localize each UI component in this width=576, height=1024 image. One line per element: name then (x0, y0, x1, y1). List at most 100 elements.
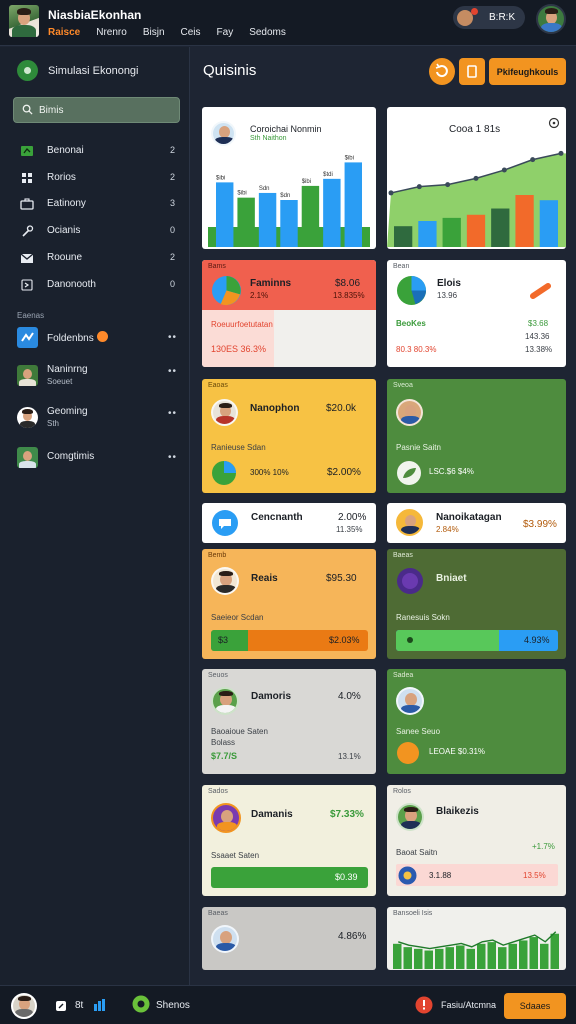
card-blaikezis[interactable]: Rolos Blaikezis +1.7% Baoat Saitn 3.1.88… (387, 785, 566, 896)
chart-card-2[interactable]: Cooa 1 81s (387, 107, 566, 249)
sidebar-item-count: 3 (170, 198, 176, 208)
card-avatar (396, 687, 424, 715)
menu-item-3[interactable]: Bisjn (143, 27, 165, 38)
card-pct: 2.1% (250, 291, 269, 300)
bar-chart-icon[interactable] (93, 998, 107, 1012)
app-title: NiasbiaEkonhan (48, 8, 142, 22)
card-name: Damanis (251, 809, 293, 820)
alert-icon[interactable] (415, 996, 433, 1014)
search-icon (22, 104, 33, 115)
chart-bar (393, 943, 402, 969)
card-reais[interactable]: Bemb Reais $95.30 Saeieor Scdan $3 $2.03… (202, 549, 376, 659)
account-pill[interactable]: B:R:K (453, 6, 525, 29)
card-faminns[interactable]: Bams Faminns $8.06 2.1% 13.835% Roeuurfo… (202, 260, 376, 367)
card-caption-2: Bolass (211, 738, 236, 747)
card-nanophon[interactable]: Eaoas Nanophon $20.0k Ranieuse Sdan 300%… (202, 379, 376, 493)
sidebar-item-1[interactable]: Benonai 2 (0, 140, 190, 162)
chart-title: Coroichai Nonmin (250, 124, 322, 134)
card-pct-2: 13.1% (338, 752, 361, 761)
info-icon[interactable] (548, 117, 560, 129)
sidebar-title: Simulasi Ekonongi (48, 65, 139, 77)
menu-item-4[interactable]: Ceis (181, 27, 201, 38)
chart-point (530, 157, 536, 163)
chart-card-3[interactable]: Bansoeli Isis (387, 907, 566, 970)
more-icon[interactable]: •• (168, 332, 177, 343)
app-avatar[interactable] (9, 5, 39, 37)
sidebar-item-4[interactable]: Ocianis 0 (0, 220, 190, 242)
more-icon[interactable]: •• (168, 366, 177, 377)
chart-bar (456, 945, 465, 969)
card-damoris[interactable]: Seuos Damoris 4.0% Baoaioue Saten Bolass… (202, 669, 376, 774)
card-header: Bean (393, 263, 410, 270)
more-icon[interactable]: •• (168, 408, 177, 419)
logo-icon[interactable] (17, 60, 38, 81)
card-pasnie[interactable]: Sveoa Pasnie Saitn LSC.$6 $4% (387, 379, 566, 493)
chart-bar (344, 162, 362, 247)
card-header: Eaoas (208, 382, 228, 389)
chart-bar (442, 217, 461, 247)
contact-3[interactable]: Geoming Sth •• (0, 403, 190, 433)
menu-item-5[interactable]: Fay (217, 27, 234, 38)
refresh-icon (435, 63, 448, 78)
sidebar-item-2[interactable]: Rorios 2 (0, 167, 190, 189)
contact-2[interactable]: Naninrng Soeuet •• (0, 361, 190, 391)
card-name: Damoris (251, 691, 292, 702)
app-icon[interactable] (132, 995, 150, 1013)
contact-name: Naninrng (47, 364, 88, 375)
chart-data-label: $ibi (237, 191, 246, 197)
user-avatar[interactable] (536, 4, 566, 34)
bottom-app-label[interactable]: Shenos (156, 1000, 190, 1011)
sidebar-item-label: Ocianis (47, 225, 81, 236)
card-row-a: Roeuurfoetutatan (211, 320, 273, 329)
card-sanee[interactable]: Sadea Sanee Seuo LEOAE $0.31% (387, 669, 566, 774)
share-icon[interactable] (55, 1000, 67, 1012)
bottom-icon-label: 8t (75, 1000, 84, 1011)
chart-data-label: $tdi (323, 172, 333, 178)
card-avatar (396, 399, 423, 426)
filter-button[interactable] (459, 58, 485, 85)
contact-name: Foldenbns (47, 331, 108, 344)
menu-item-6[interactable]: Sedoms (249, 27, 286, 38)
contact-avatar (17, 447, 38, 468)
chart-card-1[interactable]: Coroichai Nonmin Sth Naithon $ibi $ibi Sdn… (202, 107, 376, 249)
briefcase-icon (20, 198, 34, 210)
contact-4[interactable]: Comgtimis •• (0, 443, 190, 473)
progress-fill (211, 630, 248, 651)
menu-item-2[interactable]: Nrenro (96, 27, 127, 38)
card-elois[interactable]: Bean Elois 13.96 BeoKes $3.68 143.36 80.… (387, 260, 566, 367)
chart-bar (491, 208, 510, 247)
menu-item-1[interactable]: Raisce (48, 27, 80, 38)
chart-point (445, 182, 451, 188)
profile-avatar[interactable] (11, 993, 37, 1019)
primary-action-button[interactable]: Pkifeughkouls (489, 58, 566, 85)
search-input[interactable]: Bimis (13, 97, 180, 123)
card-bottom-left[interactable]: Baeas 4.86% (202, 907, 376, 970)
bottom-bar: 8t Shenos Fasiu/Atcmna Sdaaes (0, 985, 576, 1024)
card-name: Blaikezis (436, 806, 479, 817)
contact-name: Geoming (47, 406, 88, 417)
chart-bar (515, 195, 534, 247)
card-damanis[interactable]: Sados Damanis $7.33% Ssaaet Saten $0.39 (202, 785, 376, 896)
card-avatar (211, 121, 236, 146)
card-sub: 2.84% (436, 525, 459, 534)
card-header: Bams (208, 263, 226, 270)
more-icon[interactable]: •• (168, 452, 177, 463)
card-caption-2: LSC.$6 $4% (429, 467, 474, 476)
card-bniaet[interactable]: Baeas Bniaet Ranesuis Sokn 4.93% (387, 549, 566, 659)
refresh-button[interactable] (429, 58, 455, 85)
card-nanoikatagan[interactable]: Nanoikatagan 2.84% $3.99% (387, 503, 566, 543)
card-avatar (211, 687, 239, 715)
sidebar-item-3[interactable]: Eatinony 3 (0, 193, 190, 215)
sidebar-item-6[interactable]: Danonooth 0 (0, 274, 190, 296)
bottom-action-button[interactable]: Sdaaes (504, 993, 566, 1019)
chart-bar (435, 948, 444, 969)
chart-bar (519, 940, 528, 969)
leaf-icon (397, 461, 421, 485)
contact-sub: Soeuet (47, 377, 73, 386)
chart-bar (487, 942, 496, 969)
contact-1[interactable]: Foldenbns •• (0, 323, 190, 353)
sidebar-item-5[interactable]: Rooune 2 (0, 247, 190, 269)
sidebar-item-count: 2 (170, 252, 176, 262)
card-cencnanth[interactable]: Cencnanth 2.00% 11.35% (202, 503, 376, 543)
card-name: Reais (251, 573, 278, 584)
